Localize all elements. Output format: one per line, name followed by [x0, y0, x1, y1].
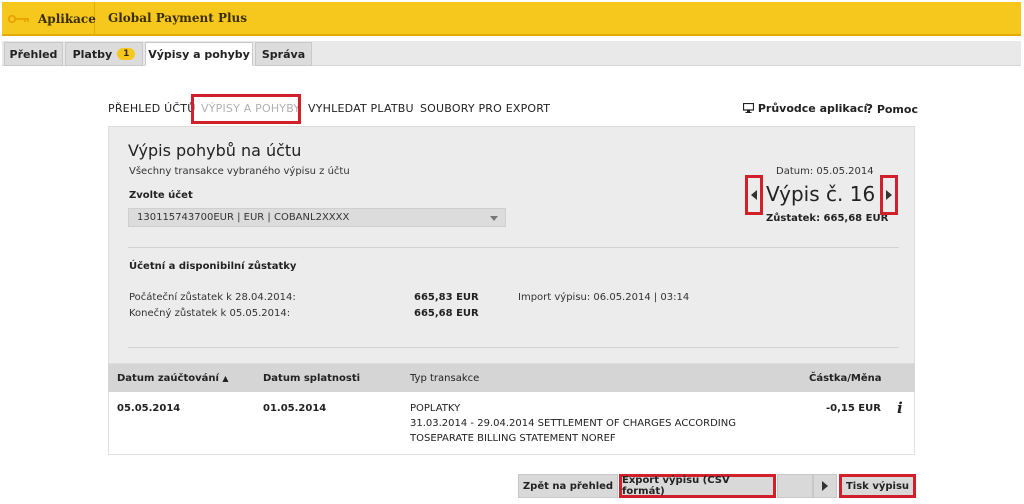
print-statement-button[interactable]: Tisk výpisu [839, 474, 916, 498]
divider [128, 247, 899, 248]
row-description-line2: TOSEPARATE BILLING STATEMENT NOREF [410, 433, 616, 444]
subnav-search-payment[interactable]: VYHLEDAT PLATBU [308, 102, 414, 115]
row-amount: -0,15 EUR [826, 403, 881, 414]
subnav-account-overview[interactable]: PŘEHLED ÚČTŮ [108, 102, 195, 115]
account-select[interactable]: 130115743700EUR | EUR | COBANL2XXXX [128, 208, 506, 227]
payments-count-badge: 1 [117, 48, 136, 60]
balances-title: Účetní a disponibilní zůstatky [129, 261, 297, 272]
back-to-overview-button[interactable]: Zpět na přehled [518, 474, 618, 498]
statement-date: Datum: 05.05.2014 [776, 166, 874, 177]
tab-statements[interactable]: Výpisy a pohyby [145, 42, 253, 66]
opening-balance-value: 665,83 EUR [414, 292, 479, 303]
info-icon[interactable]: i [897, 399, 903, 417]
column-posting-date[interactable]: Datum zaúčtování ▲ [117, 373, 229, 384]
account-select-value: 130115743700EUR | EUR | COBANL2XXXX [137, 212, 350, 223]
tab-label: Výpisy a pohyby [148, 47, 250, 61]
row-description-line1: 31.03.2014 - 29.04.2014 SETTLEMENT OF CH… [410, 418, 736, 429]
key-icon [7, 12, 30, 26]
column-label: Datum zaúčtování [117, 373, 219, 384]
divider [128, 347, 899, 348]
statement-panel [108, 126, 915, 364]
closing-balance-value: 665,68 EUR [414, 308, 479, 319]
statement-number: Výpis č. 16 [766, 182, 876, 206]
page-subtitle: Všechny transakce vybraného výpisu z účt… [129, 166, 350, 177]
chevron-down-icon [490, 216, 498, 221]
export-csv-button[interactable]: Export výpisu (CSV formát) [619, 474, 776, 498]
subnav-export-files[interactable]: SOUBORY PRO EXPORT [420, 102, 550, 115]
arrow-left-icon [751, 190, 757, 200]
guide-link[interactable]: Průvodce aplikací [742, 102, 868, 115]
export-options-button[interactable] [813, 474, 837, 498]
row-posting-date: 05.05.2014 [117, 403, 181, 414]
statement-balance: Zůstatek: 665,68 EUR [766, 213, 889, 224]
column-due-date[interactable]: Datum splatnosti [263, 373, 360, 384]
previous-statement-button[interactable] [745, 175, 763, 215]
tab-administration[interactable]: Správa [255, 42, 312, 66]
row-due-date: 01.05.2014 [263, 403, 327, 414]
help-icon: ? [866, 102, 873, 116]
page-title: Výpis pohybů na účtu [128, 141, 302, 160]
tab-label: Přehled [9, 47, 58, 61]
statements-highlight-box [191, 94, 301, 124]
row-transaction-type: POPLATKY [410, 403, 461, 414]
tab-payments[interactable]: Platby 1 [65, 42, 143, 66]
column-transaction-type[interactable]: Typ transakce [410, 373, 479, 384]
help-label: Pomoc [876, 103, 918, 116]
monitor-icon [742, 102, 755, 115]
account-select-label: Zvolte účet [129, 190, 193, 201]
applications-menu[interactable]: Aplikace [2, 2, 96, 36]
table-header [108, 364, 915, 392]
arrow-right-icon [822, 481, 828, 491]
main-tabs: Přehled Platby 1 Výpisy a pohyby Správa [2, 41, 1021, 66]
opening-balance-label: Počáteční zůstatek k 28.04.2014: [129, 292, 296, 303]
import-info: Import výpisu: 06.05.2014 | 03:14 [518, 292, 690, 303]
sort-ascending-icon: ▲ [222, 374, 229, 383]
column-amount[interactable]: Částka/Měna [809, 373, 881, 384]
next-statement-button[interactable] [880, 175, 898, 215]
product-name: Global Payment Plus [108, 11, 248, 25]
tab-label: Správa [261, 47, 306, 61]
tab-overview[interactable]: Přehled [4, 42, 63, 66]
closing-balance-label: Konečný zůstatek k 05.05.2014: [129, 308, 291, 319]
applications-label: Aplikace [38, 12, 96, 26]
app-header: Aplikace Global Payment Plus [2, 2, 1021, 36]
guide-label: Průvodce aplikací [757, 102, 868, 115]
tab-label: Platby [72, 47, 113, 61]
export-spacer [777, 474, 813, 498]
help-link[interactable]: ? Pomoc [866, 102, 918, 116]
arrow-right-icon [886, 190, 892, 200]
